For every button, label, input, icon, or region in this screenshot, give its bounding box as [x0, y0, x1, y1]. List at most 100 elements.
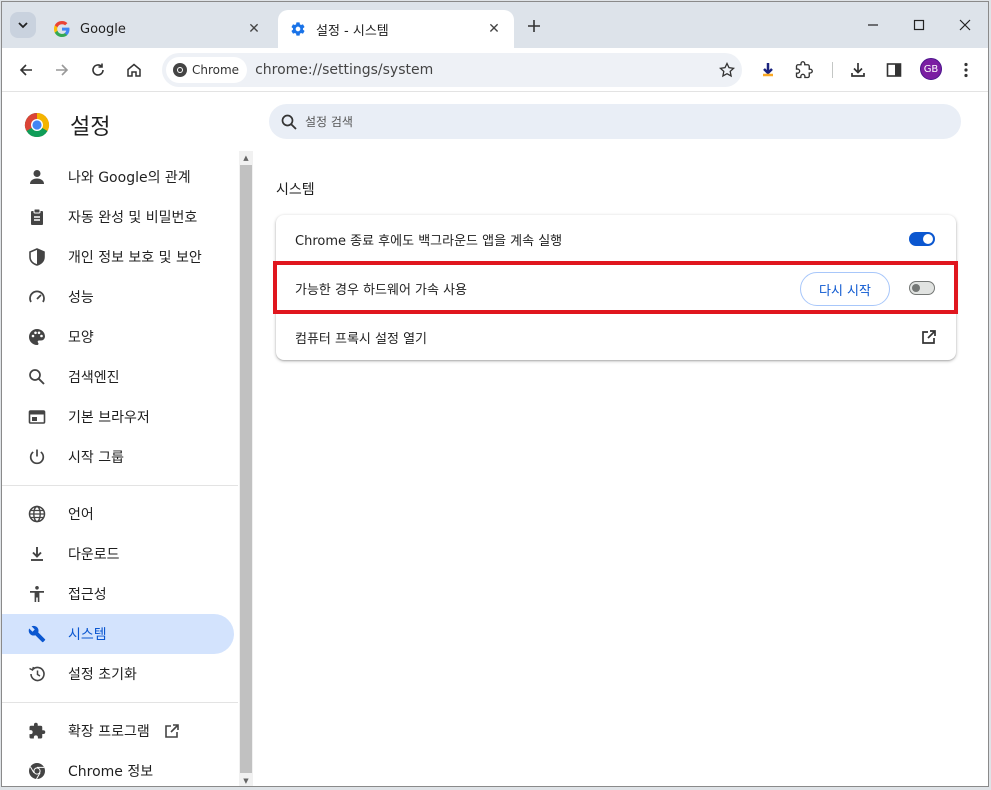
- sidebar-item-appearance[interactable]: 모양: [2, 317, 234, 357]
- side-panel-icon[interactable]: [880, 56, 908, 84]
- sidebar-item-label: Chrome 정보: [68, 764, 154, 780]
- toolbar: Chrome chrome://settings/system GB: [2, 48, 988, 92]
- gear-icon: [290, 21, 306, 37]
- sidebar-item-you-and-google[interactable]: 나와 Google의 관계: [2, 157, 234, 197]
- sidebar-item-label: 기본 브라우저: [68, 410, 150, 426]
- sidebar-item-label: 다운로드: [68, 547, 120, 563]
- settings-search[interactable]: [269, 104, 961, 139]
- scrollbar-thumb[interactable]: [240, 165, 252, 773]
- toolbar-separator: [832, 62, 833, 78]
- settings-page: 설정 나와 Google의 관계 자동 완성 및 비밀번호 개인 정보 보호 및…: [2, 93, 988, 786]
- minimize-icon: [868, 24, 878, 26]
- speedometer-icon: [26, 286, 48, 308]
- close-icon[interactable]: ✕: [486, 21, 502, 37]
- back-button[interactable]: [12, 56, 40, 84]
- sidebar-divider: [2, 702, 238, 703]
- sidebar-item-label: 설정 초기화: [68, 667, 137, 683]
- wrench-icon: [26, 623, 48, 645]
- sidebar-item-default-browser[interactable]: 기본 브라우저: [2, 397, 234, 437]
- background-apps-row[interactable]: Chrome 종료 후에도 백그라운드 앱을 계속 실행: [276, 215, 956, 263]
- sidebar-item-system[interactable]: 시스템: [2, 614, 234, 654]
- reload-icon: [92, 63, 104, 76]
- highlight-box: [273, 261, 958, 314]
- sidebar-item-privacy[interactable]: 개인 정보 보호 및 보안: [2, 237, 234, 277]
- sidebar-item-autofill[interactable]: 자동 완성 및 비밀번호: [2, 197, 234, 237]
- plus-icon: [528, 20, 540, 32]
- scroll-down-arrow[interactable]: ▼: [239, 774, 253, 786]
- forward-button[interactable]: [48, 56, 76, 84]
- settings-sidebar: 나와 Google의 관계 자동 완성 및 비밀번호 개인 정보 보호 및 보안…: [2, 153, 238, 786]
- row-label: 컴퓨터 프록시 설정 열기: [295, 331, 427, 347]
- maximize-icon: [913, 19, 925, 31]
- close-window-button[interactable]: [942, 10, 988, 40]
- background-apps-toggle[interactable]: [909, 232, 935, 246]
- profile-avatar[interactable]: GB: [920, 58, 942, 80]
- tab-google[interactable]: Google ✕: [42, 10, 274, 48]
- sidebar-item-label: 나와 Google의 관계: [68, 170, 191, 186]
- sidebar-scrollbar[interactable]: ▲ ▼: [239, 151, 253, 786]
- reload-button[interactable]: [84, 56, 112, 84]
- minimize-button[interactable]: [850, 10, 896, 40]
- tab-title: Google: [80, 21, 126, 37]
- url-text[interactable]: chrome://settings/system: [255, 62, 712, 78]
- address-bar[interactable]: Chrome chrome://settings/system: [162, 53, 742, 87]
- maximize-button[interactable]: [896, 10, 942, 40]
- more-menu-icon[interactable]: [952, 56, 980, 84]
- row-label: Chrome 종료 후에도 백그라운드 앱을 계속 실행: [295, 233, 563, 249]
- chip-label: Chrome: [192, 63, 240, 77]
- arrow-left-icon: [19, 64, 32, 76]
- tab-title: 설정 - 시스템: [316, 23, 389, 39]
- close-icon[interactable]: ✕: [246, 21, 262, 37]
- sidebar-item-extensions[interactable]: 확장 프로그램: [2, 711, 234, 751]
- sidebar-item-label: 모양: [68, 330, 94, 346]
- extension-download-icon[interactable]: [754, 56, 782, 84]
- downloads-icon[interactable]: [844, 56, 872, 84]
- sidebar-item-downloads[interactable]: 다운로드: [2, 534, 234, 574]
- download-icon: [26, 543, 48, 565]
- sidebar-item-on-startup[interactable]: 시작 그룹: [2, 437, 234, 477]
- section-title: 시스템: [276, 182, 315, 198]
- open-external-icon[interactable]: [920, 328, 938, 346]
- close-icon: [959, 19, 971, 31]
- sidebar-item-performance[interactable]: 성능: [2, 277, 234, 317]
- shield-icon: [26, 246, 48, 268]
- accessibility-icon: [26, 583, 48, 605]
- sidebar-item-label: 검색엔진: [68, 370, 120, 386]
- site-info-chip[interactable]: Chrome: [166, 57, 248, 83]
- home-icon: [127, 63, 141, 77]
- bookmark-star-icon[interactable]: [712, 62, 742, 78]
- sidebar-item-accessibility[interactable]: 접근성: [2, 574, 234, 614]
- chevron-down-icon: [18, 22, 28, 29]
- settings-header: 설정: [24, 109, 110, 141]
- arrow-right-icon: [56, 64, 69, 76]
- tab-search-button[interactable]: [10, 12, 36, 38]
- sidebar-item-label: 성능: [68, 290, 94, 306]
- clipboard-icon: [26, 206, 48, 228]
- sidebar-item-label: 접근성: [68, 587, 107, 603]
- tab-settings[interactable]: 설정 - 시스템 ✕: [278, 10, 514, 48]
- sidebar-item-about-chrome[interactable]: Chrome 정보: [2, 751, 234, 786]
- sidebar-divider: [2, 485, 238, 486]
- google-icon: [54, 21, 70, 37]
- sidebar-item-languages[interactable]: 언어: [2, 494, 234, 534]
- page-title: 설정: [70, 115, 111, 140]
- chrome-logo-icon: [24, 113, 50, 138]
- new-tab-button[interactable]: [522, 14, 546, 38]
- sidebar-item-label: 언어: [68, 507, 94, 523]
- sidebar-item-label: 시스템: [68, 627, 107, 643]
- search-icon: [26, 366, 48, 388]
- browser-icon: [26, 406, 48, 428]
- sidebar-item-search-engine[interactable]: 검색엔진: [2, 357, 234, 397]
- proxy-settings-row[interactable]: 컴퓨터 프록시 설정 열기: [276, 313, 956, 361]
- puzzle-icon: [26, 720, 48, 742]
- browser-window: Google ✕ 설정 - 시스템 ✕ Chrome chrome://sett…: [1, 1, 989, 787]
- open-external-icon: [164, 723, 180, 739]
- scroll-up-arrow[interactable]: ▲: [239, 151, 253, 165]
- puzzle-icon[interactable]: [790, 56, 818, 84]
- power-icon: [26, 446, 48, 468]
- sidebar-item-label: 자동 완성 및 비밀번호: [68, 210, 198, 226]
- sidebar-item-reset[interactable]: 설정 초기화: [2, 654, 234, 694]
- home-button[interactable]: [120, 56, 148, 84]
- palette-icon: [26, 326, 48, 348]
- search-input[interactable]: [305, 114, 905, 129]
